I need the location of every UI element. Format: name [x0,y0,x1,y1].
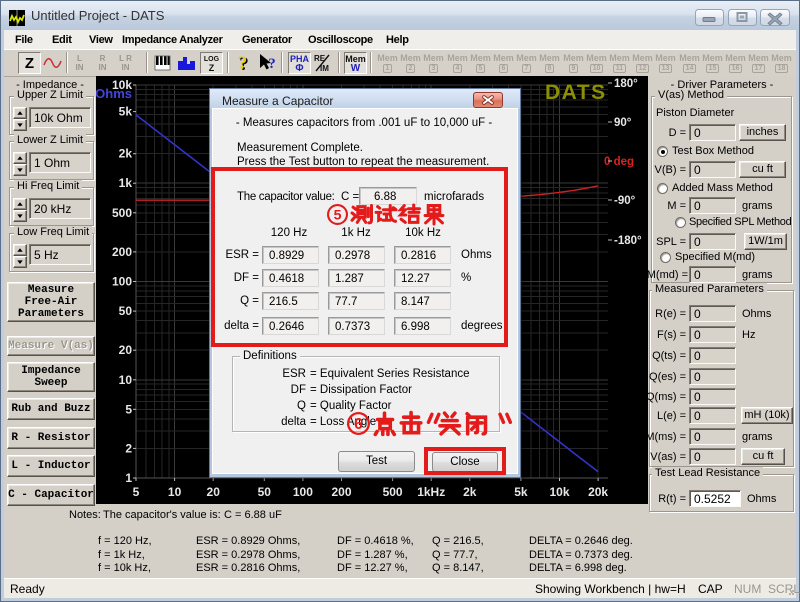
svg-text:5k: 5k [119,105,133,119]
svg-text:200: 200 [331,485,351,499]
svg-text:20: 20 [119,343,133,357]
svg-text:50: 50 [258,485,272,499]
svg-text:?: ? [238,53,248,74]
svg-text:2k: 2k [463,485,477,499]
svg-text:1: 1 [125,471,132,485]
svg-text:5: 5 [334,208,342,224]
svg-text:100: 100 [293,485,313,499]
svg-text:1kHz: 1kHz [417,485,445,499]
svg-text:1k: 1k [119,176,133,190]
svg-text:?: ? [268,56,276,72]
svg-text:5: 5 [133,485,140,499]
svg-text:2k: 2k [119,147,133,161]
svg-text:20: 20 [207,485,221,499]
svg-text:500: 500 [112,206,132,220]
svg-text:6: 6 [354,416,363,433]
svg-text:10: 10 [168,485,182,499]
svg-text:500: 500 [383,485,403,499]
svg-text:2: 2 [125,441,132,455]
svg-text:Ohms: Ohms [96,86,132,101]
